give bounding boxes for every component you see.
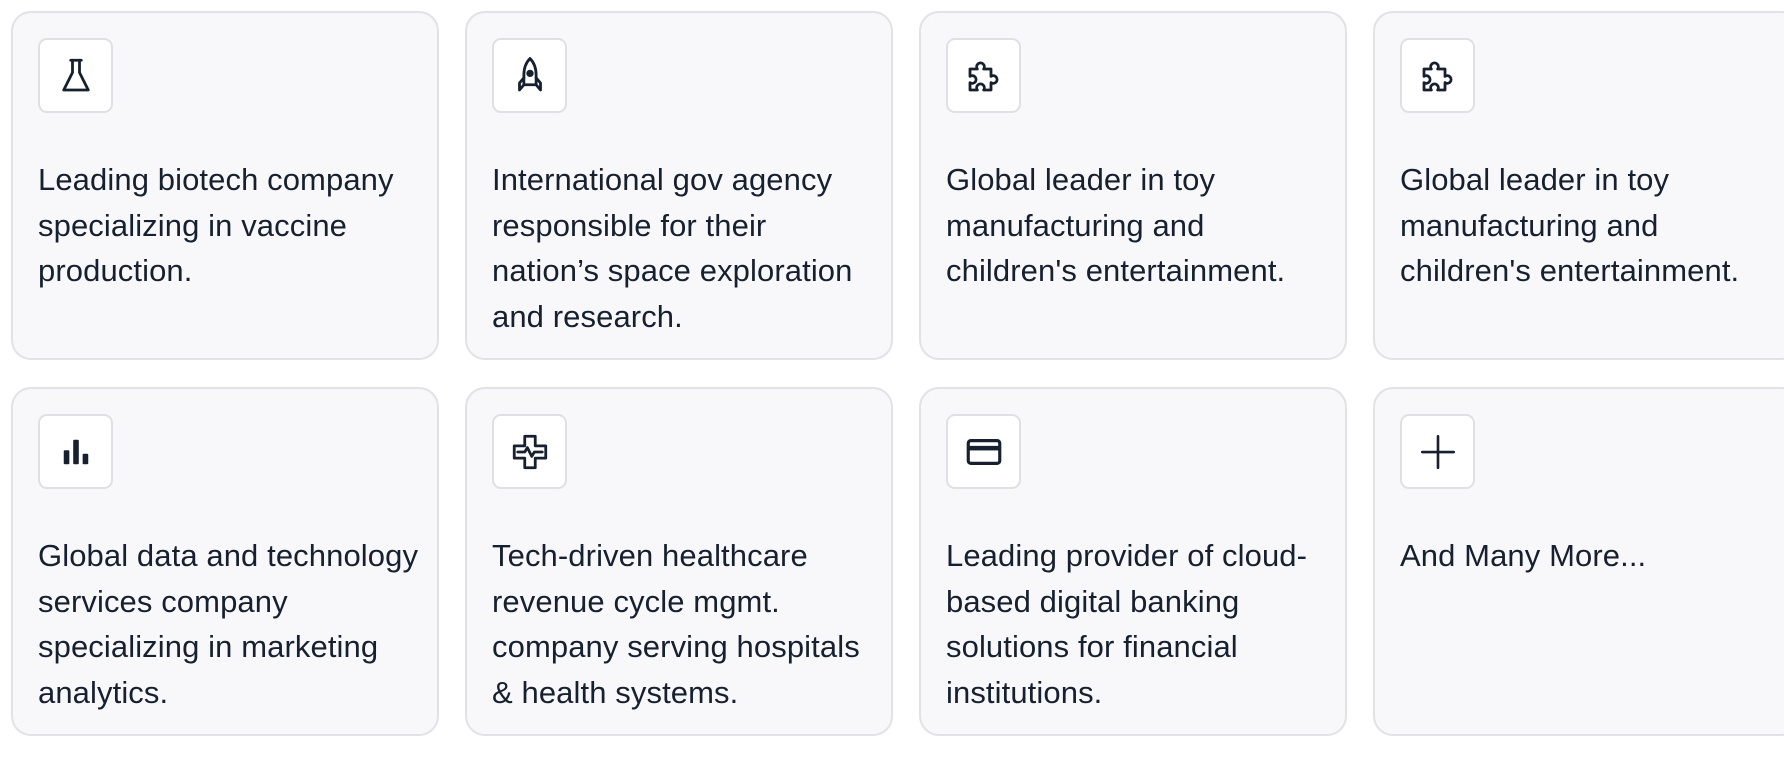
- plus-icon: [1420, 434, 1455, 469]
- flask-icon: [61, 58, 90, 91]
- puzzle-icon: [968, 61, 998, 91]
- client-card-healthcare: Tech-driven healthcare revenue cycle mgm…: [465, 387, 893, 736]
- icon-tile: [492, 38, 567, 113]
- rocket-icon: [517, 56, 542, 91]
- client-description: Leading provider of cloud-based digital …: [946, 538, 1308, 710]
- client-card-biotech: Leading biotech company specializing in …: [11, 11, 439, 360]
- icon-tile: [492, 414, 567, 489]
- client-description: International gov agency responsible for…: [492, 162, 853, 334]
- client-card-more: And Many More...: [1373, 387, 1784, 736]
- puzzle-icon: [1422, 61, 1452, 91]
- client-cards-grid: Leading biotech company specializing in …: [11, 11, 1784, 736]
- client-card-toy-manufacturer: Global leader in toy manufacturing and c…: [919, 11, 1347, 360]
- client-description: Global leader in toy manufacturing and c…: [946, 162, 1286, 288]
- client-description: Global leader in toy manufacturing and c…: [1400, 162, 1740, 288]
- icon-tile: [946, 38, 1021, 113]
- icon-tile: [38, 414, 113, 489]
- client-description: Leading biotech company specializing in …: [38, 162, 394, 288]
- bar-chart-icon: [63, 439, 88, 464]
- medical-cross-icon: [512, 434, 547, 469]
- client-card-digital-banking: Leading provider of cloud-based digital …: [919, 387, 1347, 736]
- icon-tile: [1400, 38, 1475, 113]
- client-card-toy-manufacturer-2: Global leader in toy manufacturing and c…: [1373, 11, 1784, 360]
- client-description: Global data and technology services comp…: [38, 538, 419, 710]
- client-description: Tech-driven healthcare revenue cycle mgm…: [492, 538, 860, 710]
- client-card-space-agency: International gov agency responsible for…: [465, 11, 893, 360]
- credit-card-icon: [966, 438, 1001, 465]
- client-card-data-analytics: Global data and technology services comp…: [11, 387, 439, 736]
- icon-tile: [38, 38, 113, 113]
- icon-tile: [946, 414, 1021, 489]
- icon-tile: [1400, 414, 1475, 489]
- client-description: And Many More...: [1400, 538, 1647, 573]
